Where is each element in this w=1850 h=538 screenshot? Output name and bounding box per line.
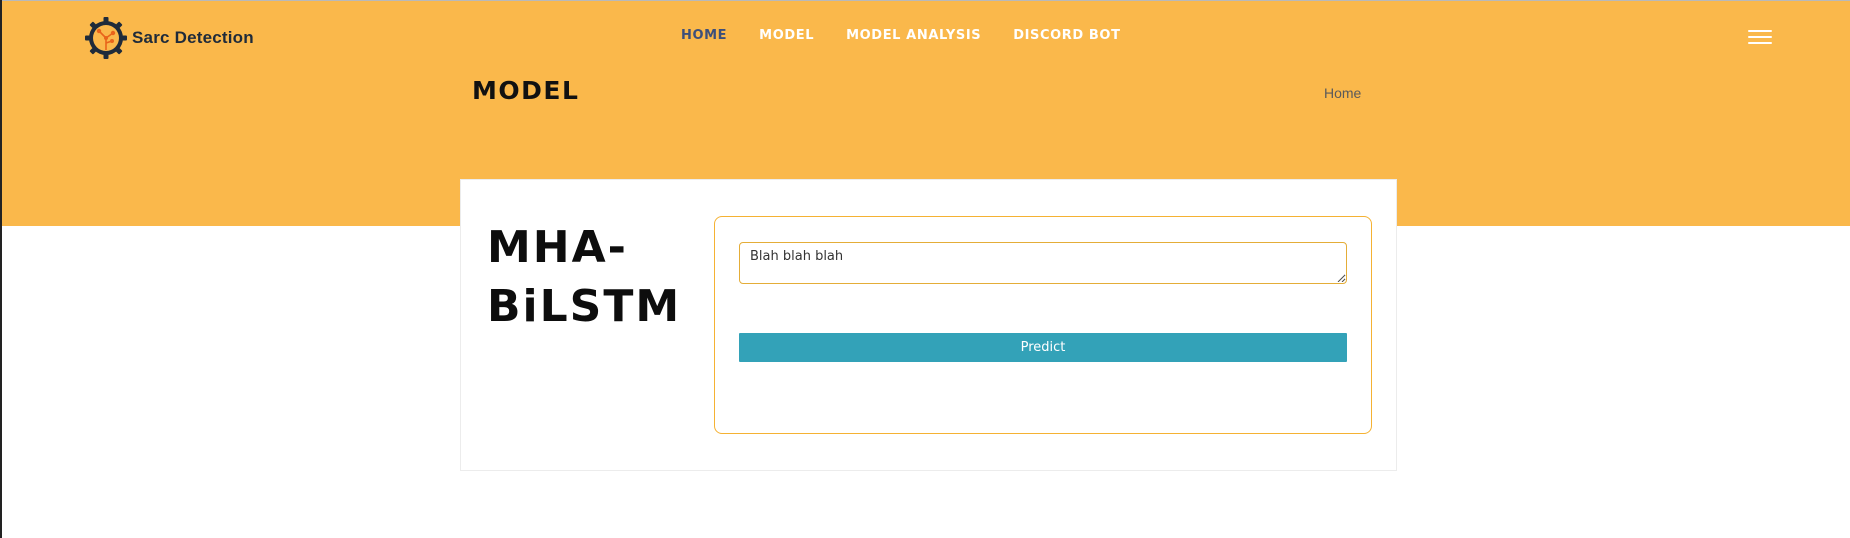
nav-link-discord-bot[interactable]: DISCORD BOT [1013,28,1120,43]
brand-name: Sarc Detection [132,28,254,47]
model-name-heading: MHA-BiLSTM [487,222,682,332]
prediction-form: Blah blah blah Predict [714,216,1372,434]
main-nav: HOME MODEL MODEL ANALYSIS DISCORD BOT [681,28,1153,43]
gear-node-logo-icon [85,17,127,59]
text-input[interactable]: Blah blah blah [739,242,1347,284]
nav-link-home[interactable]: HOME [681,28,727,43]
model-card: MHA-BiLSTM Blah blah blah Predict [460,179,1397,471]
hamburger-menu-icon[interactable] [1748,30,1772,46]
nav-link-model[interactable]: MODEL [759,28,814,43]
breadcrumb-home[interactable]: Home [1324,85,1361,101]
nav-link-model-analysis[interactable]: MODEL ANALYSIS [846,28,981,43]
brand[interactable]: Sarc Detection [84,15,254,61]
predict-button[interactable]: Predict [739,333,1347,362]
top-navbar: Sarc Detection HOME MODEL MODEL ANALYSIS… [2,0,1850,74]
page-title: MODEL [472,76,580,105]
